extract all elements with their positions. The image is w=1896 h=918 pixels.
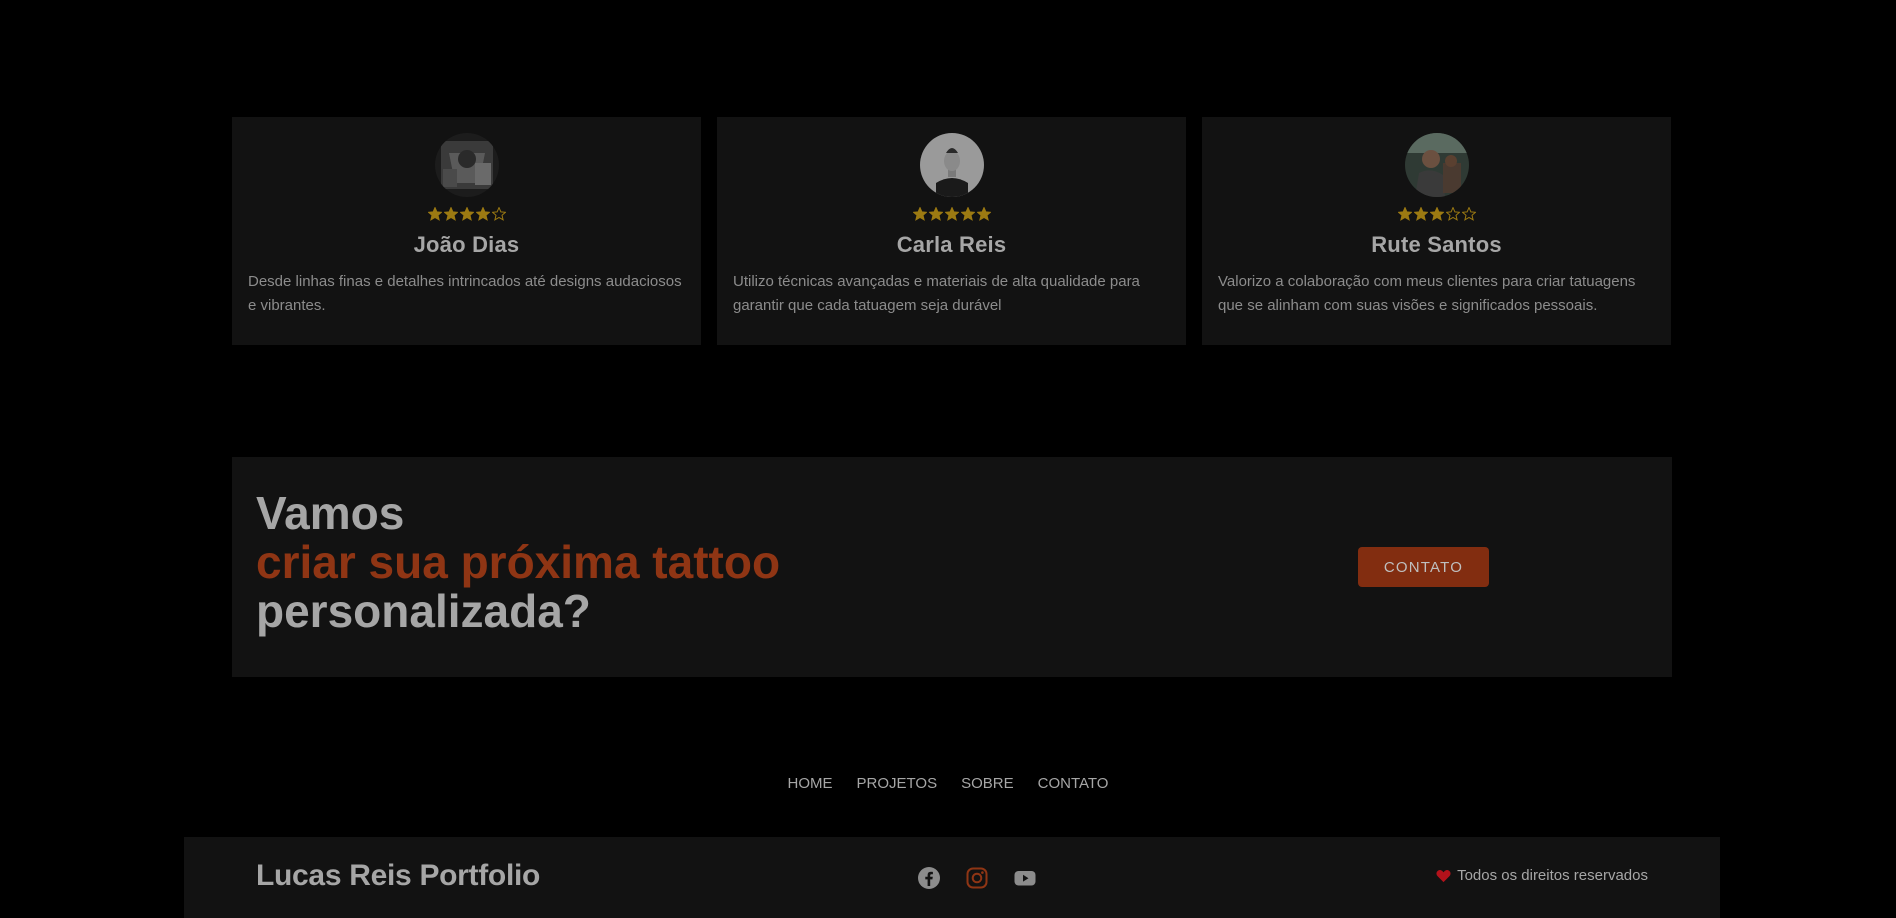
footer-nav-home[interactable]: HOME — [788, 775, 833, 792]
footer-brand: Lucas Reis Portfolio — [256, 859, 541, 892]
contact-button[interactable]: CONTATO — [1358, 547, 1489, 587]
footer-nav: HOME PROJETOS SOBRE CONTATO — [0, 775, 1896, 792]
star-filled-icon — [928, 207, 943, 221]
facebook-icon[interactable] — [917, 866, 941, 890]
star-filled-icon — [912, 207, 927, 221]
copyright: Todos os direitos reservados — [1436, 867, 1648, 884]
testimonial-name: Carla Reis — [896, 232, 1007, 257]
star-filled-icon — [944, 207, 959, 221]
testimonials-section: João Dias Desde linhas finas e detalhes … — [232, 117, 1671, 345]
cta-section: Vamos criar sua próxima tattoo personali… — [232, 457, 1672, 677]
star-filled-icon — [1397, 207, 1412, 221]
footer-nav-contato[interactable]: CONTATO — [1038, 775, 1109, 792]
testimonial-card: Carla Reis Utilizo técnicas avançadas e … — [717, 117, 1186, 345]
social-links — [917, 866, 1037, 890]
star-filled-icon — [1413, 207, 1428, 221]
rating-stars — [1397, 207, 1476, 221]
youtube-icon[interactable] — [1013, 866, 1037, 890]
star-filled-icon — [976, 207, 991, 221]
testimonial-card: Rute Santos Valorizo a colaboração com m… — [1202, 117, 1671, 345]
rating-stars — [427, 207, 506, 221]
testimonial-text: Valorizo a colaboração com meus clientes… — [1218, 273, 1636, 314]
instagram-icon[interactable] — [965, 866, 989, 890]
testimonial-name: João Dias — [413, 232, 520, 257]
star-empty-icon — [491, 207, 506, 221]
footer-bar: Lucas Reis Portfolio Todos os direitos r… — [184, 837, 1720, 918]
cta-line: Vamos — [256, 487, 405, 539]
star-filled-icon — [427, 207, 442, 221]
cta-accent-line: criar sua próxima tattoo — [256, 536, 781, 588]
star-filled-icon — [960, 207, 975, 221]
testimonial-text: Desde linhas finas e detalhes intrincado… — [248, 273, 682, 314]
star-empty-icon — [1461, 207, 1476, 221]
testimonial-text: Utilizo técnicas avançadas e materiais d… — [733, 273, 1140, 314]
footer-nav-projetos[interactable]: PROJETOS — [857, 775, 938, 792]
testimonial-name: Rute Santos — [1371, 232, 1502, 257]
heart-icon — [1436, 869, 1451, 883]
footer-nav-sobre[interactable]: SOBRE — [961, 775, 1014, 792]
avatar — [1404, 133, 1469, 197]
rating-stars — [912, 207, 991, 221]
testimonial-card: João Dias Desde linhas finas e detalhes … — [232, 117, 701, 345]
star-filled-icon — [475, 207, 490, 221]
cta-title: Vamos criar sua próxima tattoo personali… — [256, 489, 780, 636]
star-filled-icon — [1429, 207, 1444, 221]
star-filled-icon — [443, 207, 458, 221]
avatar — [434, 133, 499, 197]
avatar — [919, 133, 984, 197]
copyright-text: Todos os direitos reservados — [1457, 867, 1648, 884]
star-filled-icon — [459, 207, 474, 221]
star-empty-icon — [1445, 207, 1460, 221]
cta-line: personalizada? — [256, 585, 591, 637]
